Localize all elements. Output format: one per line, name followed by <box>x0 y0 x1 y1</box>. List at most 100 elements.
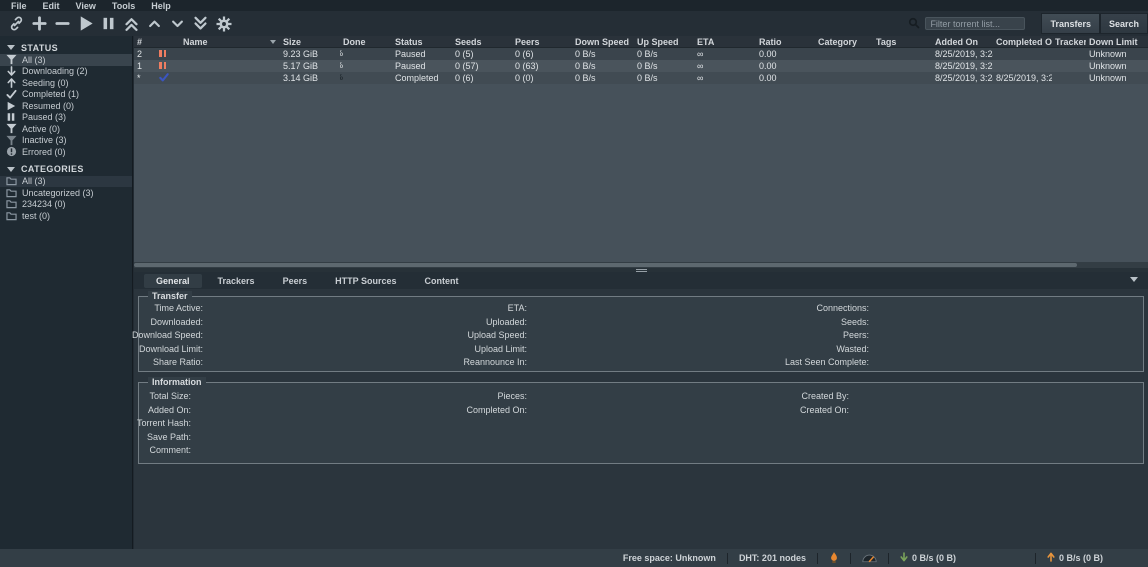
add-torrent-icon[interactable] <box>31 15 48 32</box>
resume-icon[interactable] <box>77 15 94 32</box>
menu-edit[interactable]: Edit <box>36 1 67 11</box>
sidebar-item-test[interactable]: test (0) <box>0 210 132 222</box>
sidebar-item-all-status[interactable]: All (3) <box>0 54 132 66</box>
information-groupbox: Information Total Size: Added On: Torren… <box>138 382 1144 464</box>
field-label: ETA: <box>508 303 527 313</box>
col-category[interactable]: Category <box>815 36 873 47</box>
col-number[interactable]: # <box>134 36 156 47</box>
move-bottom-icon[interactable] <box>192 15 209 32</box>
add-link-icon[interactable] <box>8 15 25 32</box>
col-added-on[interactable]: Added On <box>932 36 993 47</box>
download-arrow-icon <box>5 66 17 77</box>
options-gear-icon[interactable] <box>215 15 232 32</box>
status-bar: Free space: Unknown DHT: 201 nodes 0 B/s… <box>0 549 1148 567</box>
transfer-group-title: Transfer <box>148 291 192 301</box>
col-down-speed[interactable]: Down Speed <box>572 36 634 47</box>
tab-trackers[interactable]: Trackers <box>206 274 267 288</box>
col-down-limit[interactable]: Down Limit <box>1086 36 1144 47</box>
move-down-icon[interactable] <box>169 15 186 32</box>
col-status[interactable]: Status <box>392 36 452 47</box>
col-eta[interactable]: ETA <box>694 36 756 47</box>
sidebar-item-completed[interactable]: Completed (1) <box>0 89 132 101</box>
tab-content[interactable]: Content <box>412 274 470 288</box>
field-label: Comment: <box>149 445 191 455</box>
paused-state-icon <box>156 61 180 71</box>
tab-http-sources[interactable]: HTTP Sources <box>323 274 408 288</box>
progress-bar: 9.2% <box>340 61 392 71</box>
col-tags[interactable]: Tags <box>873 36 932 47</box>
col-completed-on[interactable]: Completed On <box>993 36 1052 47</box>
col-size[interactable]: Size <box>280 36 340 47</box>
download-arrow-icon <box>900 552 908 564</box>
sort-indicator-icon <box>270 40 276 44</box>
error-icon <box>5 146 17 157</box>
sidebar-item-errored[interactable]: Errored (0) <box>0 146 132 158</box>
field-label: Created On: <box>800 405 849 415</box>
filter-torrent-input[interactable] <box>925 17 1025 30</box>
field-label: Total Size: <box>149 391 191 401</box>
check-icon <box>5 89 17 100</box>
field-label: Save Path: <box>147 432 191 442</box>
collapse-triangle-icon <box>7 45 15 50</box>
field-label: Created By: <box>801 391 849 401</box>
menu-tools[interactable]: Tools <box>105 1 142 11</box>
tab-peers[interactable]: Peers <box>271 274 320 288</box>
status-section-title: STATUS <box>21 43 58 53</box>
table-row[interactable]: 1 5.17 GiB 9.2% Paused 0 (57) 0 (63) 0 B… <box>134 60 1148 72</box>
categories-section-title: CATEGORIES <box>21 164 84 174</box>
sidebar-item-downloading[interactable]: Downloading (2) <box>0 66 132 78</box>
col-seeds[interactable]: Seeds <box>452 36 512 47</box>
tab-search[interactable]: Search <box>1100 13 1148 34</box>
upload-speed[interactable]: 0 B/s (0 B) <box>1047 552 1103 564</box>
sidebar-item-inactive[interactable]: Inactive (3) <box>0 135 132 147</box>
menu-help[interactable]: Help <box>144 1 178 11</box>
tab-general[interactable]: General <box>144 274 202 288</box>
field-label: Download Limit: <box>139 344 203 354</box>
col-done[interactable]: Done <box>340 36 392 47</box>
move-up-icon[interactable] <box>146 15 163 32</box>
status-section-header[interactable]: STATUS <box>0 41 132 54</box>
connection-status-icon[interactable] <box>829 552 839 564</box>
play-icon <box>5 100 17 111</box>
col-peers[interactable]: Peers <box>512 36 572 47</box>
information-group-title: Information <box>148 377 206 387</box>
sidebar-item-resumed[interactable]: Resumed (0) <box>0 100 132 112</box>
scrollbar-thumb[interactable] <box>134 263 1077 267</box>
sidebar-item-all-categories[interactable]: All (3) <box>0 176 132 188</box>
details-panel: General Trackers Peers HTTP Sources Cont… <box>134 272 1148 549</box>
col-ratio[interactable]: Ratio <box>756 36 815 47</box>
col-state-icon[interactable] <box>156 36 180 47</box>
field-label: Torrent Hash: <box>137 418 191 428</box>
delete-icon[interactable] <box>54 15 71 32</box>
sidebar-item-active[interactable]: Active (0) <box>0 123 132 135</box>
sidebar-item-uncategorized[interactable]: Uncategorized (3) <box>0 187 132 199</box>
free-space: Free space: Unknown <box>623 553 716 563</box>
panel-collapse-icon[interactable] <box>1130 277 1138 282</box>
folder-icon <box>5 199 17 210</box>
menu-file[interactable]: File <box>4 1 34 11</box>
tab-transfers[interactable]: Transfers <box>1041 13 1100 34</box>
col-tracker[interactable]: Tracker <box>1052 36 1086 47</box>
filter-icon <box>5 54 17 65</box>
sidebar-item-paused[interactable]: Paused (3) <box>0 112 132 124</box>
col-up-speed[interactable]: Up Speed <box>634 36 694 47</box>
speed-gauge-icon[interactable] <box>862 553 877 563</box>
field-label: Uploaded: <box>486 317 527 327</box>
table-row[interactable]: * 3.14 GiB 100.0% Completed 0 (6) 0 (0) … <box>134 72 1148 84</box>
move-top-icon[interactable] <box>123 15 140 32</box>
download-speed[interactable]: 0 B/s (0 B) <box>900 552 956 564</box>
transfer-groupbox: Transfer Time Active: Downloaded: Downlo… <box>138 296 1144 372</box>
table-row[interactable]: 2 9.23 GiB 0.4% Paused 0 (5) 0 (6) 0 B/s… <box>134 48 1148 60</box>
field-label: Time Active: <box>154 303 203 313</box>
dht-nodes[interactable]: DHT: 201 nodes <box>739 553 806 563</box>
sidebar-item-seeding[interactable]: Seeding (0) <box>0 77 132 89</box>
sidebar-item-234234[interactable]: 234234 (0) <box>0 199 132 211</box>
field-label: Added On: <box>148 405 191 415</box>
menu-view[interactable]: View <box>69 1 103 11</box>
pause-icon[interactable] <box>100 15 117 32</box>
folder-icon <box>5 187 17 198</box>
categories-section-header[interactable]: CATEGORIES <box>0 163 132 176</box>
col-name[interactable]: Name <box>180 36 280 47</box>
qbittorrent-window: File Edit View Tools Help <box>0 0 1148 567</box>
upload-arrow-icon <box>5 77 17 88</box>
